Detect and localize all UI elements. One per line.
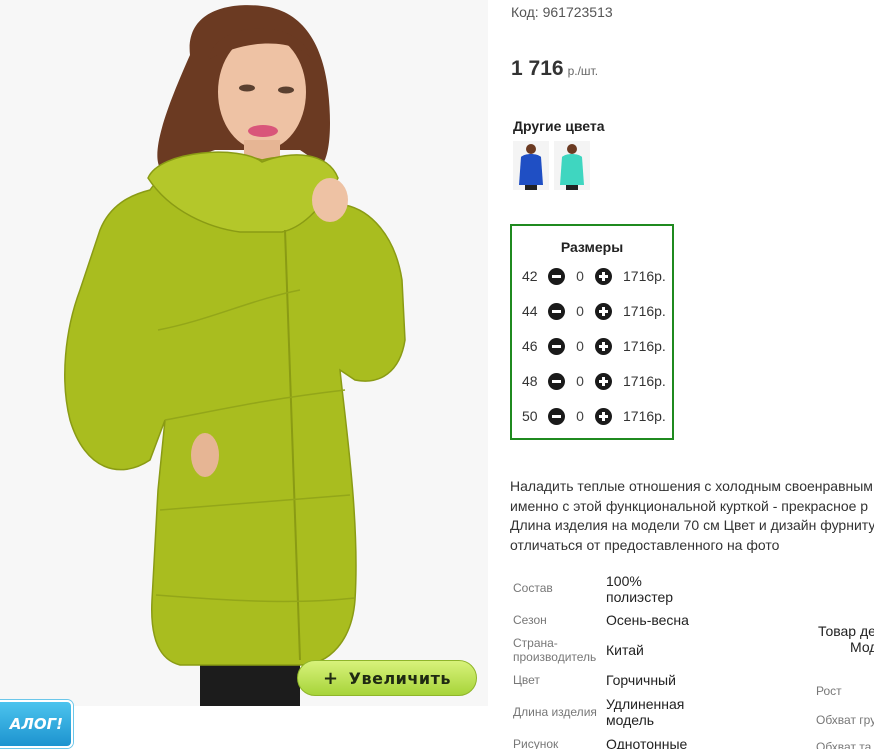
attr-label: Страна- производитель <box>513 636 597 664</box>
minus-icon[interactable] <box>548 302 565 320</box>
minus-icon[interactable] <box>548 337 565 355</box>
size-label: 50 <box>522 408 538 424</box>
size-row: 48 0 1716р. <box>522 371 666 391</box>
attr-value: Однотонные <box>606 736 688 749</box>
attr-value: Горчичный <box>606 672 676 688</box>
minus-icon[interactable] <box>548 372 565 390</box>
plus-icon[interactable] <box>595 267 612 285</box>
price-unit: р./шт. <box>567 64 599 78</box>
size-row: 46 0 1716р. <box>522 336 666 356</box>
plus-icon[interactable] <box>595 337 612 355</box>
price-value: 1 716 <box>511 57 564 80</box>
size-qty: 0 <box>576 373 584 389</box>
other-colors-title: Другие цвета <box>513 118 605 134</box>
side-panel-heading: Товар де Мод <box>818 623 874 655</box>
zoom-button[interactable]: + Увеличить <box>297 660 477 696</box>
plus-icon[interactable] <box>595 372 612 390</box>
attr-value: Китай <box>606 642 644 658</box>
product-description: Наладить теплые отношения с холодным сво… <box>510 477 874 555</box>
attr-label: Состав <box>513 581 553 595</box>
side-label: Рост <box>816 684 842 698</box>
description-line: именно с этой функциональной курткой - п… <box>510 497 869 514</box>
size-qty: 0 <box>576 268 584 284</box>
size-label: 48 <box>522 373 538 389</box>
plus-icon[interactable] <box>595 407 612 425</box>
sizes-title: Размеры <box>560 239 624 255</box>
description-line: Длина изделия на модели 70 см Цвет и диз… <box>510 517 874 533</box>
color-swatches <box>513 141 590 190</box>
side-label: Обхват та <box>816 740 872 749</box>
attr-value: Осень-весна <box>606 612 689 628</box>
catalog-badge[interactable]: АЛОГ! <box>0 700 73 748</box>
color-swatch-blue[interactable] <box>513 141 549 190</box>
attr-label: Длина изделия <box>513 705 597 719</box>
product-price: 1 716 р./шт. <box>511 57 598 81</box>
minus-icon[interactable] <box>548 407 565 425</box>
zoom-button-label: Увеличить <box>348 668 451 688</box>
size-price: 1716р. <box>623 408 666 424</box>
product-photo[interactable]: + Увеличить <box>0 0 488 706</box>
side-heading-line: Мод <box>850 639 874 655</box>
attr-label: Цвет <box>513 673 540 687</box>
size-qty: 0 <box>576 408 584 424</box>
catalog-badge-label: АЛОГ! <box>9 715 63 733</box>
size-row: 44 0 1716р. <box>522 301 666 321</box>
description-line: Наладить теплые отношения с холодным сво… <box>510 478 873 494</box>
size-qty: 0 <box>576 303 584 319</box>
plus-icon[interactable] <box>595 302 612 320</box>
side-heading-line: Товар де <box>818 623 874 639</box>
minus-icon[interactable] <box>548 267 565 285</box>
color-swatch-turquoise[interactable] <box>554 141 590 190</box>
size-price: 1716р. <box>623 373 666 389</box>
size-label: 42 <box>522 268 538 284</box>
attr-value: 100% полиэстер <box>606 573 674 605</box>
model-illustration <box>64 5 406 706</box>
size-qty: 0 <box>576 338 584 354</box>
sizes-panel: Размеры 42 0 1716р. 44 0 1716р. 46 0 171… <box>510 224 674 440</box>
attr-value: Удлиненная модель <box>606 696 685 728</box>
side-label: Обхват гру <box>816 713 874 727</box>
product-code: Код: 961723513 <box>511 4 613 20</box>
size-price: 1716р. <box>623 303 666 319</box>
description-line: отличаться от предоставленного на фото <box>510 536 780 553</box>
size-price: 1716р. <box>623 338 666 354</box>
size-label: 44 <box>522 303 538 319</box>
size-price: 1716р. <box>623 268 666 284</box>
size-row: 50 0 1716р. <box>522 406 666 426</box>
attr-label: Рисунок <box>513 737 559 749</box>
size-row: 42 0 1716р. <box>522 266 666 286</box>
attr-label: Сезон <box>513 613 547 627</box>
plus-icon: + <box>323 667 339 689</box>
size-label: 46 <box>522 338 538 354</box>
